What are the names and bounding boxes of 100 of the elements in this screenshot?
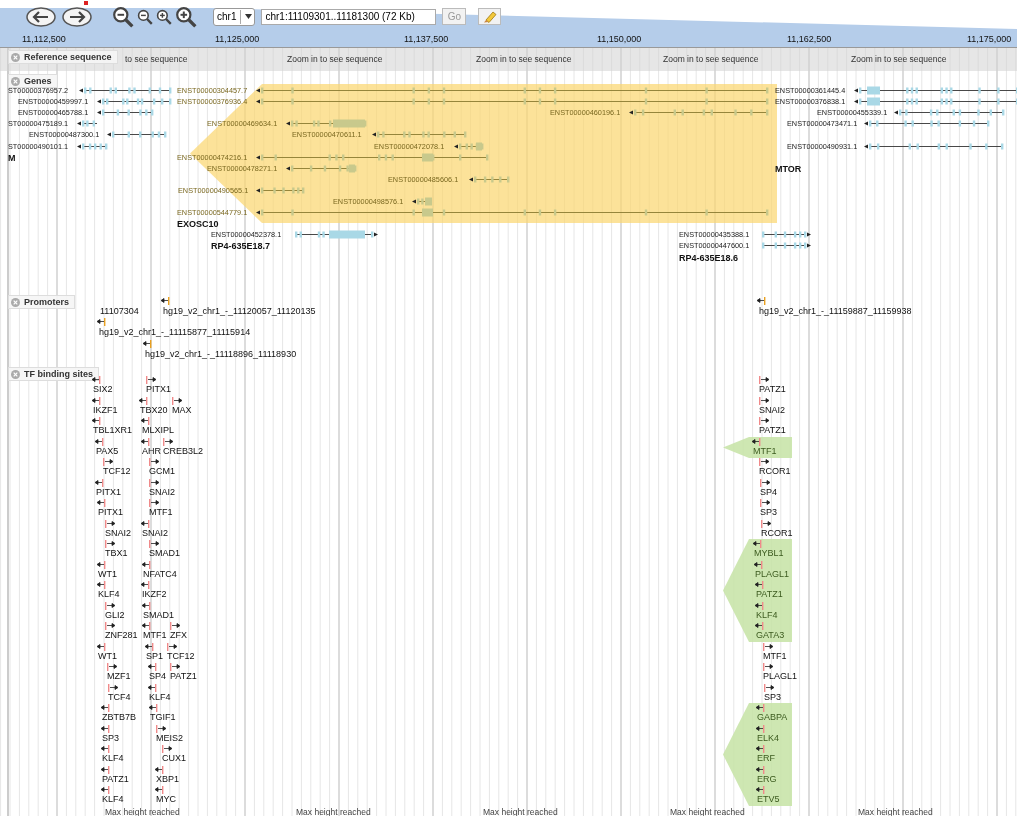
track-title: TF binding sites xyxy=(24,369,93,379)
highlighter-icon xyxy=(482,10,497,23)
gene-name: M xyxy=(8,152,16,163)
tf-site-label: MTF1 xyxy=(763,650,787,661)
tf-site-label: XBP1 xyxy=(156,773,179,784)
zoom-in-button[interactable] xyxy=(156,8,172,25)
tf-site-label: MYBL1 xyxy=(754,548,784,558)
tf-site-label: PLAGL1 xyxy=(763,671,798,681)
forward-button[interactable] xyxy=(62,6,92,27)
zoom-out-icon xyxy=(112,5,134,28)
tf-site-label: SNAI2 xyxy=(759,404,785,415)
tf-site-label: PATZ1 xyxy=(102,773,129,784)
tf-site-label: KLF4 xyxy=(102,794,124,804)
tf-site-label: ZFX xyxy=(170,630,187,640)
tf-site-label: GATA3 xyxy=(756,630,785,640)
max-height-notice: Max height reached xyxy=(670,807,745,816)
tf-site-label: ERG xyxy=(757,773,777,784)
tf-site-label: MLXIPL xyxy=(142,425,174,435)
tf-site-label: TBX20 xyxy=(140,404,168,415)
tf-site-label: PLAGL1 xyxy=(755,568,790,579)
zoom-in-button[interactable] xyxy=(175,5,197,28)
tf-site-label: SP1 xyxy=(146,650,163,661)
tf-site-label: GCM1 xyxy=(149,466,175,476)
track-label[interactable]: Genes xyxy=(8,74,58,88)
tf-site-label: PITX1 xyxy=(98,507,123,517)
tf-site-label: MEIS2 xyxy=(156,732,183,743)
zoom-out-button[interactable] xyxy=(112,5,134,28)
tf-site-label: TCF12 xyxy=(167,650,195,661)
scale-label: 11,137,500 xyxy=(404,34,449,44)
track-label[interactable]: Promoters xyxy=(8,295,75,309)
track-label[interactable]: Reference sequence xyxy=(8,50,118,64)
scale-label: 11,112,500 xyxy=(22,34,66,44)
tf-site-label: GLI2 xyxy=(105,609,125,620)
zoom-hint: Zoom in to see sequence xyxy=(851,54,947,64)
tf-site-label: SP3 xyxy=(102,732,119,743)
zoom-in-icon xyxy=(156,8,172,25)
tf-site-label: RCOR1 xyxy=(759,466,791,476)
tf-site-label: ERF xyxy=(757,753,775,763)
promoter-label: hg19_v2_chr1_-_11118896_11118930 xyxy=(145,349,297,359)
max-height-notice: Max height reached xyxy=(296,807,371,816)
track-title: Reference sequence xyxy=(24,52,112,62)
tf-site-label: PATZ1 xyxy=(170,671,197,681)
tf-site-label: KLF4 xyxy=(149,691,171,702)
tf-site-label: ZNF281 xyxy=(105,630,138,640)
tf-site-label: CREB3L2 xyxy=(163,445,204,456)
max-height-notice: Max height reached xyxy=(858,807,933,816)
tf-site-label: KLF4 xyxy=(98,589,120,599)
zoom-out-button[interactable] xyxy=(137,8,153,25)
gene-name: MTOR xyxy=(775,163,802,174)
tf-site-label: KLF4 xyxy=(756,609,778,620)
tf-site-label: ETV5 xyxy=(757,794,780,804)
max-height-notice: Max height reached xyxy=(105,807,180,816)
tf-site-label: MTF1 xyxy=(143,630,167,640)
promoter-label: hg19_v2_chr1_-_11159887_11159938 xyxy=(759,306,912,316)
track-title: Promoters xyxy=(24,297,69,307)
tf-site-label: TBX1 xyxy=(105,548,128,558)
tf-site-label: PATZ1 xyxy=(759,425,786,435)
track-label[interactable]: TF binding sites xyxy=(8,367,99,381)
scale-label: 11,125,000 xyxy=(215,34,260,44)
tf-site-label: PAX5 xyxy=(96,445,119,456)
tf-site-label: SNAI2 xyxy=(149,486,175,497)
gene-name: RP4-635E18.7 xyxy=(211,241,271,252)
tf-site-label: WT1 xyxy=(98,650,117,661)
tf-site-label: PITX1 xyxy=(146,384,171,394)
scale-label: 11,150,000 xyxy=(597,34,642,44)
zoom-in-icon xyxy=(175,5,197,28)
tf-site-label: TCF12 xyxy=(103,466,131,476)
tf-site-label: TGIF1 xyxy=(150,712,176,722)
tf-site-label: IKZF1 xyxy=(93,404,118,415)
tf-site-label: SNAI2 xyxy=(142,527,168,538)
promoter-label: hg19_v2_chr1_-_11115877_11115914 xyxy=(99,327,251,337)
tf-site-label: TBL1XR1 xyxy=(93,425,133,435)
tf-site-label: SNAI2 xyxy=(105,527,131,538)
tf-site-label: SMAD1 xyxy=(149,548,180,558)
back-button[interactable] xyxy=(26,6,56,27)
tf-site-label: MTF1 xyxy=(149,507,173,517)
gene-name: RP4-635E18.6 xyxy=(679,252,739,263)
gene-name: EXOSC10 xyxy=(177,219,219,230)
tf-site-label: CUX1 xyxy=(162,753,186,763)
tf-site-label: ZBTB7B xyxy=(102,712,136,722)
max-height-notice: Max height reached xyxy=(483,807,558,816)
tf-site-label: PITX1 xyxy=(96,486,121,497)
tf-site-label: RCOR1 xyxy=(761,527,793,538)
tf-site-label: AHR xyxy=(142,445,161,456)
scale-label: 11,175,000 xyxy=(967,34,1012,44)
location-field[interactable]: chr1:11109301..11181300 (72 Kb) xyxy=(261,8,437,25)
chromosome-select[interactable]: chr1 xyxy=(213,7,256,26)
zoom-hint: to see sequence xyxy=(125,54,188,64)
promoter-label: hg19_v2_chr1_-_11120057_11120135 xyxy=(163,306,316,316)
tf-site-label: MZF1 xyxy=(107,671,131,681)
tf-site-label: MTF1 xyxy=(753,445,777,456)
tf-site-label: TCF4 xyxy=(108,691,131,702)
zoom-hint: Zoom in to see sequence xyxy=(287,54,383,64)
promoter-label: 11107304 xyxy=(100,306,139,316)
tf-site-label: GABPA xyxy=(757,712,788,722)
tf-site-label: PATZ1 xyxy=(759,384,786,394)
dropdown-caret-icon xyxy=(245,14,253,19)
chromosome-value: chr1 xyxy=(217,11,237,22)
tf-site-label: IKZF2 xyxy=(142,589,167,599)
zoom-hint: Zoom in to see sequence xyxy=(663,54,759,64)
